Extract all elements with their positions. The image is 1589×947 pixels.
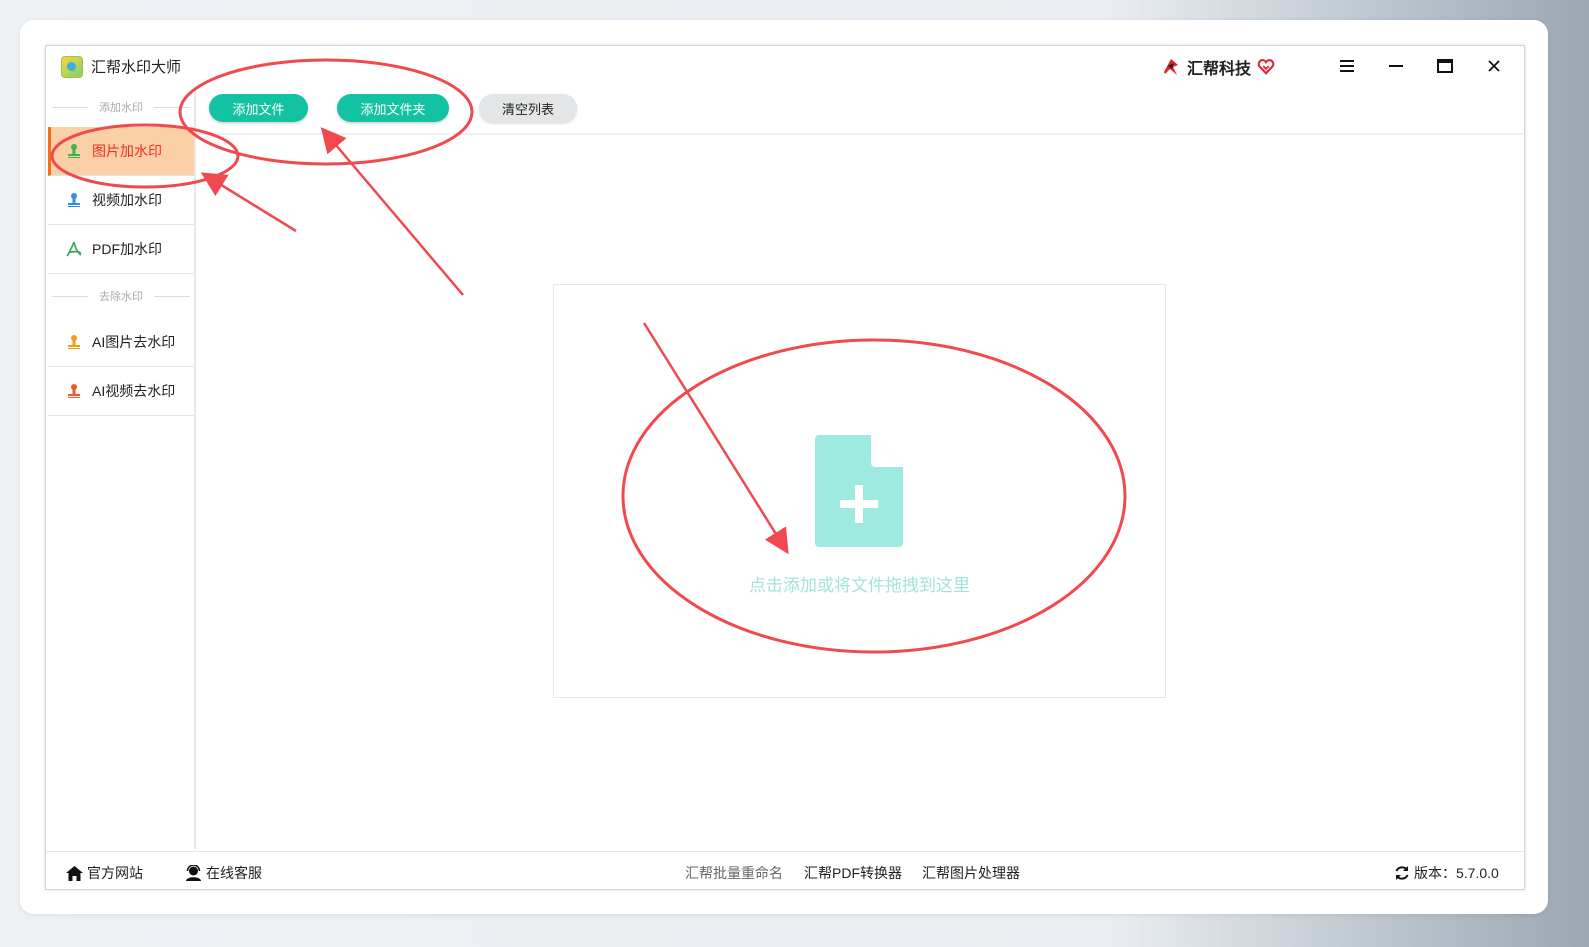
section-add-watermark: 添加水印 xyxy=(48,87,194,127)
sidebar: 添加水印 图片加水印 视频加水印 PDF加水印 去除水印 AI图片去水印 AI视… xyxy=(48,87,196,849)
sidebar-item-label: PDF加水印 xyxy=(92,241,162,257)
add-file-icon xyxy=(815,435,903,547)
app-title: 汇帮水印大师 xyxy=(91,59,182,76)
video-watermark-icon xyxy=(68,193,80,207)
add-folder-button[interactable]: 添加文件夹 xyxy=(337,94,449,122)
brand[interactable]: 汇帮科技 xyxy=(1161,55,1275,79)
sidebar-item-label: AI图片去水印 xyxy=(92,334,176,350)
refresh-icon xyxy=(1395,866,1409,880)
official-website-link[interactable]: 官方网站 xyxy=(66,863,143,883)
section-remove-watermark: 去除水印 xyxy=(48,274,194,318)
ai-video-remove-icon xyxy=(68,384,80,398)
menu-icon[interactable] xyxy=(1335,54,1359,78)
maximize-icon[interactable] xyxy=(1433,54,1457,78)
online-service-label: 在线客服 xyxy=(206,865,262,881)
title-bar: 汇帮水印大师 汇帮科技 xyxy=(46,46,1524,86)
sidebar-item-label: 视频加水印 xyxy=(92,192,162,208)
image-processor-link[interactable]: 汇帮图片处理器 xyxy=(922,863,1020,883)
home-icon xyxy=(66,865,83,881)
sidebar-item-pdf-watermark[interactable]: PDF加水印 xyxy=(48,225,194,274)
pdf-icon xyxy=(66,241,82,257)
pdf-converter-link[interactable]: 汇帮PDF转换器 xyxy=(804,863,902,883)
sidebar-item-label: 图片加水印 xyxy=(92,143,162,159)
clear-list-button[interactable]: 清空列表 xyxy=(479,94,577,122)
app-window: 汇帮水印大师 汇帮科技 添加水印 图片加水印 视频加水印 PDF加水印 去除水印… xyxy=(45,45,1525,890)
online-service-link[interactable]: 在线客服 xyxy=(185,863,262,883)
sidebar-item-image-watermark[interactable]: 图片加水印 xyxy=(48,127,194,176)
version-label: 版本：5.7.0.0 xyxy=(1414,865,1499,881)
ai-image-remove-icon xyxy=(68,335,80,349)
version-info[interactable]: 版本：5.7.0.0 xyxy=(1394,863,1499,883)
sidebar-item-label: AI视频去水印 xyxy=(92,383,176,399)
customer-service-icon xyxy=(186,865,201,881)
footer: 官方网站 在线客服 汇帮批量重命名 汇帮PDF转换器 汇帮图片处理器 版本：5.… xyxy=(46,851,1524,890)
image-watermark-icon xyxy=(68,144,80,158)
batch-rename-link[interactable]: 汇帮批量重命名 xyxy=(685,863,783,883)
toolbar: 添加文件 添加文件夹 清空列表 xyxy=(196,87,1522,135)
vip-heart-icon[interactable] xyxy=(1257,58,1275,76)
add-file-button[interactable]: 添加文件 xyxy=(209,94,308,122)
app-logo-icon xyxy=(61,56,83,78)
brand-name: 汇帮科技 xyxy=(1187,61,1252,78)
sidebar-item-video-watermark[interactable]: 视频加水印 xyxy=(48,176,194,225)
brand-logo-icon xyxy=(1164,59,1178,75)
drop-hint-text: 点击添加或将文件拖拽到这里 xyxy=(749,576,970,595)
close-icon[interactable] xyxy=(1482,54,1506,78)
sidebar-item-ai-image-remove[interactable]: AI图片去水印 xyxy=(48,318,194,367)
sidebar-item-ai-video-remove[interactable]: AI视频去水印 xyxy=(48,367,194,416)
official-website-label: 官方网站 xyxy=(87,865,143,881)
minimize-icon[interactable] xyxy=(1384,54,1408,78)
file-drop-zone[interactable]: 点击添加或将文件拖拽到这里 xyxy=(553,284,1166,698)
